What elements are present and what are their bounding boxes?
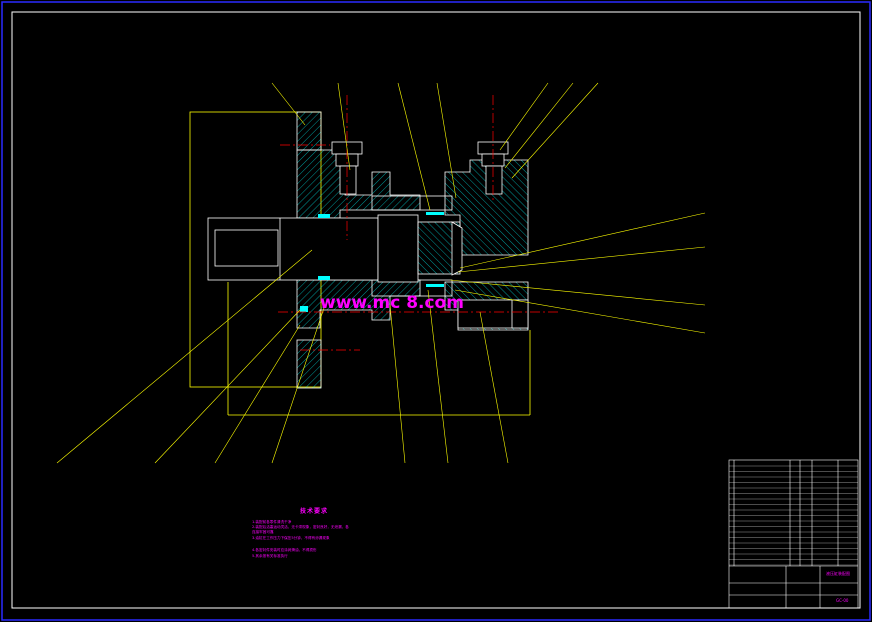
title-block-rows bbox=[729, 465, 858, 566]
title-block bbox=[728, 459, 859, 609]
note-line: 3.油缸在工作压力下保压5分钟，不得有渗漏现象 bbox=[252, 536, 330, 540]
notes-title: 技术要求 bbox=[300, 508, 329, 515]
drawing-number: GC-00 bbox=[836, 598, 849, 603]
note-line: 2.装配后活塞运动灵活，无卡滞现象，密封良好，无泄漏，各 bbox=[252, 525, 349, 529]
watermark: www.mc 8.com bbox=[320, 293, 464, 313]
note-line: 1.装配前各零件清洗干净 bbox=[252, 520, 292, 524]
note-line: 5.其余按有关标准执行 bbox=[252, 554, 288, 558]
note-line: 连接牢固可靠 bbox=[252, 530, 274, 534]
note-line: 4.各密封件安装时应涂润滑油，不得损伤 bbox=[252, 548, 317, 552]
title-block-name: 液压缸装配图 bbox=[826, 571, 850, 576]
